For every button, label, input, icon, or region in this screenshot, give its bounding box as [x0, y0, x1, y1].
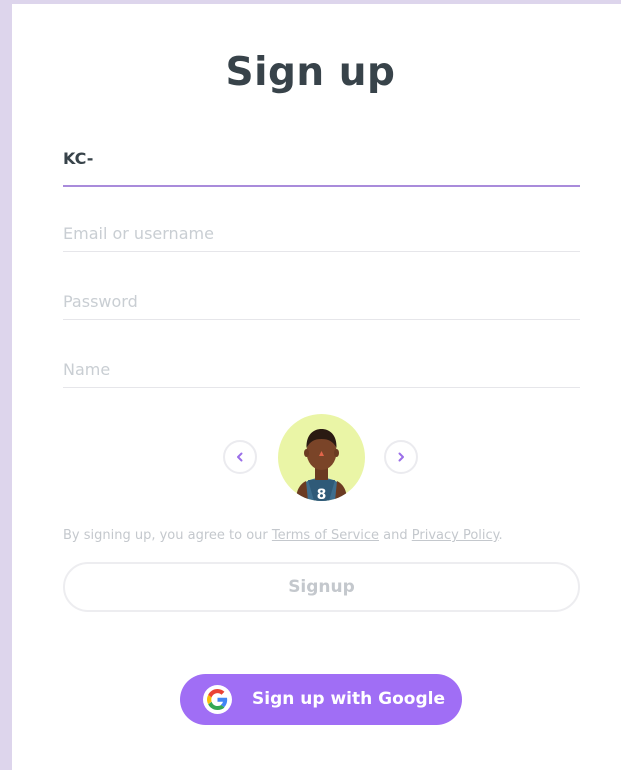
email-field-wrapper: [63, 207, 580, 252]
terms-prefix: By signing up, you agree to our: [63, 528, 272, 543]
signup-button[interactable]: Signup: [63, 562, 580, 612]
username-field-wrapper: [63, 141, 580, 187]
name-field-wrapper: [63, 343, 580, 388]
terms-suffix: .: [498, 528, 503, 543]
page-title: Sign up: [225, 50, 396, 95]
email-field[interactable]: [63, 224, 580, 243]
terms-text: By signing up, you agree to our Terms of…: [63, 528, 503, 543]
jersey-number: 8: [317, 487, 327, 501]
signup-card: Sign up KC- Email or username Name 8 By …: [12, 4, 621, 770]
avatar-picker: 8: [12, 414, 621, 502]
google-icon: [203, 685, 232, 714]
next-avatar-button[interactable]: [384, 440, 418, 474]
google-signup-button[interactable]: Sign up with Google: [180, 674, 462, 725]
google-signup-label: Sign up with Google: [252, 689, 445, 709]
password-field-wrapper: [63, 275, 580, 320]
name-field[interactable]: [63, 360, 580, 379]
avatar-illustration: 8: [296, 429, 347, 501]
username-field[interactable]: [63, 149, 580, 168]
privacy-policy-link[interactable]: Privacy Policy: [412, 528, 499, 543]
chevron-right-icon: [398, 452, 404, 462]
previous-avatar-button[interactable]: [223, 440, 257, 474]
chevron-left-icon: [237, 452, 243, 462]
avatar: 8: [278, 414, 365, 501]
terms-and: and: [379, 528, 412, 543]
terms-of-service-link[interactable]: Terms of Service: [272, 528, 379, 543]
password-field[interactable]: [63, 292, 580, 311]
